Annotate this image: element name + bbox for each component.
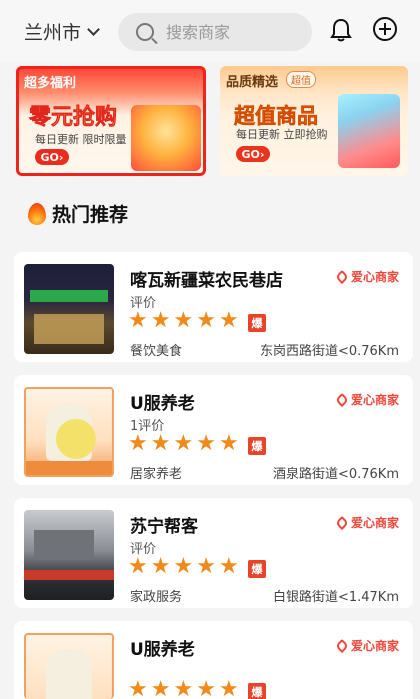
promo-title: 品质精选 <box>226 75 279 90</box>
gift-box-image <box>131 105 201 171</box>
promo-card-free-grab[interactable]: 超多福利 零元抢购 每日更新 限时限量 GO› <box>16 66 206 176</box>
search-input[interactable] <box>166 22 296 42</box>
notification-bell-icon[interactable] <box>330 18 352 42</box>
love-merchant-badge: 爱心商家 <box>334 514 399 531</box>
star-icon: ★ <box>128 308 148 333</box>
star-icon: ★ <box>218 308 239 333</box>
store-photo <box>24 387 114 477</box>
store-name: U服养老 <box>130 394 195 414</box>
store-card[interactable]: U服养老 爱心商家 1评价 ★ ★ ★ ★ ★ 爆 居家养老 酒泉路街道<0.76Km <box>14 375 413 485</box>
love-merchant-badge: 爱心商家 <box>334 268 399 285</box>
store-distance: 白银路街道<1.47Km <box>272 590 399 605</box>
heart-icon <box>334 638 350 653</box>
section-header: 热门推荐 <box>28 200 128 227</box>
section-title: 热门推荐 <box>52 204 129 226</box>
star-icon: ★ <box>173 677 194 699</box>
hot-badge: 爆 <box>248 314 266 332</box>
star-icon: ★ <box>218 431 239 456</box>
store-card[interactable]: 喀瓦新疆菜农民巷店 爱心商家 评价 ★ ★ ★ ★ ★ 爆 餐饮美食 东岗西路街道<0.… <box>14 252 413 362</box>
star-rating: ★ ★ ★ ★ ★ <box>128 556 239 578</box>
store-photo <box>24 264 114 354</box>
top-bar: 兰州市 <box>0 0 420 62</box>
heart-icon <box>334 515 350 530</box>
love-merchant-badge: 爱心商家 <box>334 391 399 408</box>
badge-label: 爱心商家 <box>350 270 399 284</box>
hot-badge: 爆 <box>248 437 266 455</box>
search-bar[interactable] <box>118 13 312 51</box>
star-rating: ★ ★ ★ ★ ★ <box>128 679 239 699</box>
promo-subtitle: 每日更新 立即抢购 <box>236 128 328 141</box>
city-label: 兰州市 <box>24 22 82 44</box>
store-card[interactable]: 苏宁帮客 爱心商家 评价 ★ ★ ★ ★ ★ 爆 家政服务 白银路街道<1.47Km <box>14 498 413 608</box>
star-icon: ★ <box>150 308 171 333</box>
store-category: 家政服务 <box>130 590 183 605</box>
store-photo <box>24 633 114 699</box>
city-selector[interactable]: 兰州市 <box>24 18 100 45</box>
star-icon: ★ <box>173 308 194 333</box>
star-icon: ★ <box>150 554 171 579</box>
star-icon: ★ <box>196 308 216 333</box>
store-category: 餐饮美食 <box>130 344 183 359</box>
star-icon: ★ <box>150 431 171 456</box>
hot-badge: 爆 <box>248 683 266 699</box>
star-icon: ★ <box>196 554 216 579</box>
add-icon[interactable] <box>373 17 397 41</box>
flame-icon <box>28 202 46 225</box>
badge-label: 爱心商家 <box>350 639 399 653</box>
search-icon <box>136 23 154 41</box>
promo-headline: 零元抢购 <box>29 105 118 131</box>
product-image <box>338 94 400 168</box>
value-tag: 超值 <box>286 71 316 88</box>
store-name: 喀瓦新疆菜农民巷店 <box>130 271 283 291</box>
star-icon: ★ <box>128 677 148 699</box>
star-icon: ★ <box>128 554 148 579</box>
go-button[interactable]: GO› <box>236 146 270 162</box>
star-icon: ★ <box>218 554 239 579</box>
badge-label: 爱心商家 <box>350 516 399 530</box>
love-merchant-badge: 爱心商家 <box>334 637 399 654</box>
chevron-down-icon <box>87 22 100 36</box>
store-name: U服养老 <box>130 640 195 660</box>
star-icon: ★ <box>150 677 171 699</box>
star-icon: ★ <box>218 677 239 699</box>
star-rating: ★ ★ ★ ★ ★ <box>128 310 239 332</box>
promo-card-quality-picks[interactable]: 品质精选 超值 超值商品 每日更新 立即抢购 GO› <box>220 66 408 176</box>
star-icon: ★ <box>196 677 216 699</box>
heart-icon <box>334 269 350 284</box>
store-distance: 东岗西路街道<0.76Km <box>259 344 399 359</box>
promo-title: 超多福利 <box>24 76 77 91</box>
star-icon: ★ <box>196 431 216 456</box>
promo-subtitle: 每日更新 限时限量 <box>35 133 127 146</box>
go-button[interactable]: GO› <box>35 149 69 165</box>
store-category: 居家养老 <box>130 467 183 482</box>
star-icon: ★ <box>173 431 194 456</box>
store-name: 苏宁帮客 <box>130 517 198 537</box>
star-icon: ★ <box>128 431 148 456</box>
heart-icon <box>334 392 350 407</box>
hot-badge: 爆 <box>248 560 266 578</box>
store-distance: 酒泉路街道<0.76Km <box>272 467 399 482</box>
star-rating: ★ ★ ★ ★ ★ <box>128 433 239 455</box>
badge-label: 爱心商家 <box>350 393 399 407</box>
star-icon: ★ <box>173 554 194 579</box>
store-photo <box>24 510 114 600</box>
store-card[interactable]: U服养老 爱心商家 ★ ★ ★ ★ ★ 爆 <box>14 621 413 699</box>
